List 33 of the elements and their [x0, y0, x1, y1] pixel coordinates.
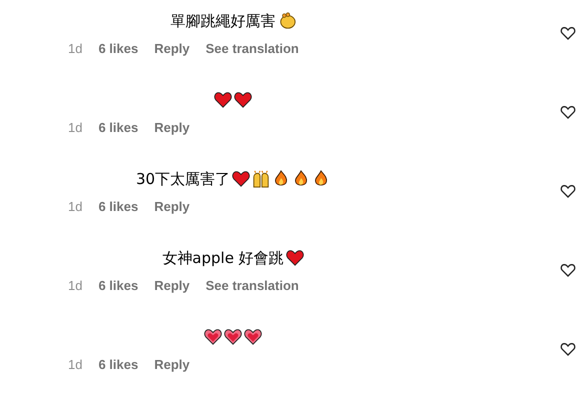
- like-button[interactable]: [560, 104, 576, 120]
- comment-time: 1d: [68, 120, 82, 135]
- comment-text: 30下太厲害了: [136, 170, 230, 188]
- comment-text: 單腳跳繩好厲害: [170, 12, 276, 30]
- likes-link[interactable]: 6 likes: [98, 41, 138, 56]
- comment-time: 1d: [68, 41, 82, 56]
- reply-link[interactable]: Reply: [154, 41, 190, 56]
- like-button[interactable]: [560, 183, 576, 199]
- like-button[interactable]: [560, 341, 576, 357]
- reply-link[interactable]: Reply: [154, 357, 190, 372]
- heart-emoji-icon: [286, 249, 304, 267]
- likes-link[interactable]: 6 likes: [98, 199, 138, 214]
- raising-hands-icon: [252, 170, 270, 188]
- reply-link[interactable]: Reply: [154, 199, 190, 214]
- reply-link[interactable]: Reply: [154, 120, 190, 135]
- likes-link[interactable]: 6 likes: [98, 120, 138, 135]
- heart-emoji-icon: [224, 328, 242, 346]
- translation-link[interactable]: See translation: [206, 278, 299, 293]
- heart-emoji-icon: [232, 170, 250, 188]
- heart-emoji-icon: [244, 328, 262, 346]
- likes-link[interactable]: 6 likes: [98, 357, 138, 372]
- heart-emoji-icon: [214, 91, 232, 109]
- comment-text: 女神apple 好會跳: [162, 248, 284, 268]
- reply-link[interactable]: Reply: [154, 278, 190, 293]
- like-button[interactable]: [560, 262, 576, 278]
- like-button[interactable]: [560, 25, 576, 41]
- comment-time: 1d: [68, 278, 82, 293]
- heart-emoji-icon: [204, 328, 222, 346]
- comment-time: 1d: [68, 199, 82, 214]
- comment-time: 1d: [68, 357, 82, 372]
- heart-emoji-icon: [234, 91, 252, 109]
- likes-link[interactable]: 6 likes: [98, 278, 138, 293]
- translation-link[interactable]: See translation: [206, 41, 299, 56]
